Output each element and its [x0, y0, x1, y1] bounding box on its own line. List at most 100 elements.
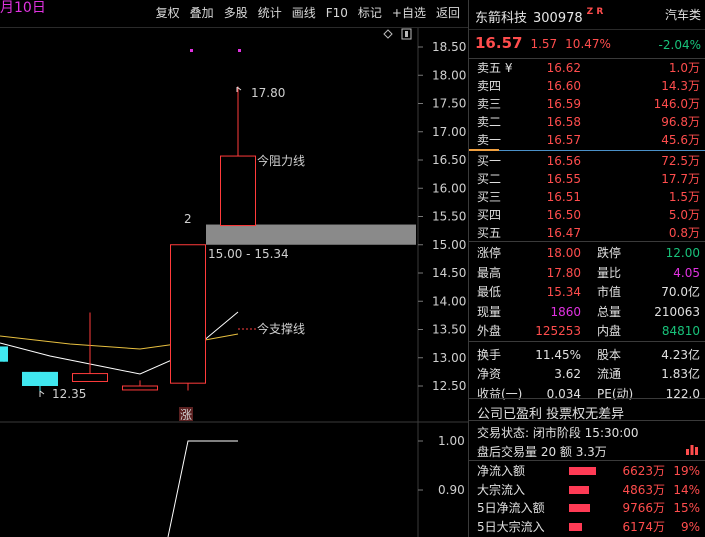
collapse-icon[interactable] — [401, 28, 412, 40]
limit-up-mark: 涨 — [180, 407, 192, 422]
ask-price: 16.59 — [546, 97, 581, 111]
bid-volume: 1.5万 — [668, 190, 700, 204]
quote-panel: 东箭科技 300978 Z R 汽车类 16.57 1.57 10.47% -2.04%… — [468, 0, 705, 537]
statistics-button[interactable]: 统计 — [254, 5, 286, 21]
kline-chart-canvas[interactable]: 18.50 18.00 17.50 17.00 16.50 16.00 15.50 15.00… — [0, 0, 468, 537]
sub-indicator-line — [167, 440, 238, 537]
price-tick-label: 17.50 — [432, 97, 466, 111]
price-tick-label: 18.50 — [432, 40, 466, 54]
price-tick-label: 18.00 — [432, 68, 466, 82]
stat-label: 量比 — [597, 265, 622, 280]
candle-body[interactable] — [0, 346, 8, 362]
fund-flow-label: 5日大宗流入 — [477, 519, 545, 534]
bid-volume: 5.0万 — [668, 208, 700, 222]
bid-row[interactable]: 买三 16.51 1.5万 — [469, 188, 705, 206]
candle-body[interactable] — [22, 371, 58, 386]
divider — [469, 398, 705, 399]
fund-flow-row[interactable]: 5日大宗流入 6174万 9% — [469, 518, 705, 537]
stat-label: 最高 — [477, 265, 502, 280]
ask-row[interactable]: 卖三 16.59 146.0万 — [469, 95, 705, 113]
bid-level-label: 买三 — [477, 190, 502, 204]
fund-flow-row[interactable]: 5日净流入额 9766万 15% — [469, 499, 705, 518]
price-change-pct: 10.47% — [565, 37, 611, 51]
ask-row[interactable]: 卖二 16.58 96.8万 — [469, 113, 705, 131]
bid-level-label: 买一 — [477, 154, 502, 168]
stat-label: 市值 — [597, 285, 622, 299]
bid-volume: 72.5万 — [661, 154, 700, 168]
fund-flow-value: 4863万 — [622, 482, 665, 497]
stock-code: 300978 — [533, 11, 583, 26]
bid-level-label: 买二 — [477, 172, 502, 186]
diamond-icon[interactable] — [383, 29, 393, 39]
divider — [469, 460, 705, 461]
candle-body[interactable] — [220, 155, 256, 227]
candle-body[interactable] — [122, 385, 158, 391]
stat-value: 0.034 — [546, 386, 581, 401]
fund-flow-value: 6174万 — [622, 519, 665, 534]
fund-flow-pct: 15% — [673, 501, 700, 515]
sector-label[interactable]: 汽车类 — [665, 6, 701, 23]
bar-chart-icon[interactable] — [685, 443, 699, 455]
stat-value: 17.80 — [546, 265, 581, 280]
bid-price: 16.55 — [546, 172, 581, 186]
fund-flow-label: 大宗流入 — [477, 482, 526, 497]
sub-chart — [167, 440, 238, 537]
ask-row[interactable]: 卖一 16.57 45.6万 — [469, 131, 705, 149]
fund-flow-row[interactable]: 大宗流入 4863万 14% — [469, 481, 705, 500]
price-tick-label: 13.00 — [432, 351, 466, 365]
sub-tick-label: 0.90 — [438, 483, 465, 497]
ask-row[interactable]: 卖四 16.60 14.3万 — [469, 77, 705, 95]
mark-button[interactable]: 标记 — [354, 5, 386, 21]
fund-flow-pct: 14% — [673, 482, 700, 497]
price-tick-label: 14.00 — [432, 294, 466, 308]
fund-flow-label: 净流入额 — [477, 464, 526, 478]
bid-row[interactable]: 买一 16.56 72.5万 — [469, 152, 705, 170]
ask-price: 16.57 — [546, 133, 581, 147]
bid-price: 16.51 — [546, 190, 581, 204]
restore-rights-button[interactable]: 复权 — [152, 5, 184, 21]
last-price: 16.57 — [475, 34, 523, 52]
order-book-divider — [469, 150, 705, 151]
stat-label: PE(动) — [597, 386, 634, 401]
ask-level-label: 卖四 — [477, 79, 502, 93]
divider — [469, 241, 705, 242]
price-tick-label: 17.00 — [432, 125, 466, 139]
fund-flow-value: 9766万 — [622, 501, 665, 515]
order-book-divider-marker — [469, 149, 499, 151]
ask-level-label: 卖一 — [477, 133, 502, 147]
ask-row[interactable]: 卖五 ¥ 16.62 1.0万 — [469, 59, 705, 77]
candle-body[interactable] — [72, 373, 108, 382]
bid-level-label: 买四 — [477, 208, 502, 222]
stat-label: 现量 — [477, 304, 502, 319]
stat-value: 12.00 — [665, 246, 700, 260]
high-price-label: 17.80 — [251, 86, 285, 100]
fund-flow-row[interactable]: 净流入额 6623万 19% — [469, 462, 705, 481]
stat-value: 1860 — [550, 304, 581, 319]
stock-title[interactable]: 东箭科技 300978 Z R — [475, 7, 603, 26]
stat-label: 流通 — [597, 367, 622, 381]
add-watchlist-button[interactable]: +自选 — [388, 5, 430, 21]
low-pointer-icon — [39, 390, 45, 397]
ask-level-label: 卖五 ¥ — [477, 61, 513, 75]
price-axis: 18.50 18.00 17.50 17.00 16.50 16.00 15.50 15.00… — [418, 40, 466, 393]
price-tick-label: 14.50 — [432, 266, 466, 280]
bid-row[interactable]: 买五 16.47 0.8万 — [469, 224, 705, 242]
stat-value: 11.45% — [535, 347, 581, 362]
back-button[interactable]: 返回 — [432, 5, 464, 21]
draw-line-button[interactable]: 画线 — [288, 5, 320, 21]
stat-value: 4.05 — [673, 265, 700, 280]
bid-volume: 17.7万 — [661, 172, 700, 186]
divider — [469, 420, 705, 421]
ask-price: 16.58 — [546, 115, 581, 129]
overlay-button[interactable]: 叠加 — [186, 5, 218, 21]
candle-body[interactable] — [170, 244, 206, 384]
stat-label: 外盘 — [477, 324, 502, 338]
stat-value: 122.0 — [665, 386, 700, 401]
multi-stock-button[interactable]: 多股 — [220, 5, 252, 21]
bid-row[interactable]: 买四 16.50 5.0万 — [469, 206, 705, 224]
price-tick-label: 15.50 — [432, 210, 466, 224]
bid-row[interactable]: 买二 16.55 17.7万 — [469, 170, 705, 188]
f10-button[interactable]: F10 — [322, 5, 352, 21]
bid-level-label: 买五 — [477, 226, 502, 240]
kline-chart[interactable]: 18.50 18.00 17.50 17.00 16.50 16.00 15.50 15.00… — [0, 0, 468, 537]
